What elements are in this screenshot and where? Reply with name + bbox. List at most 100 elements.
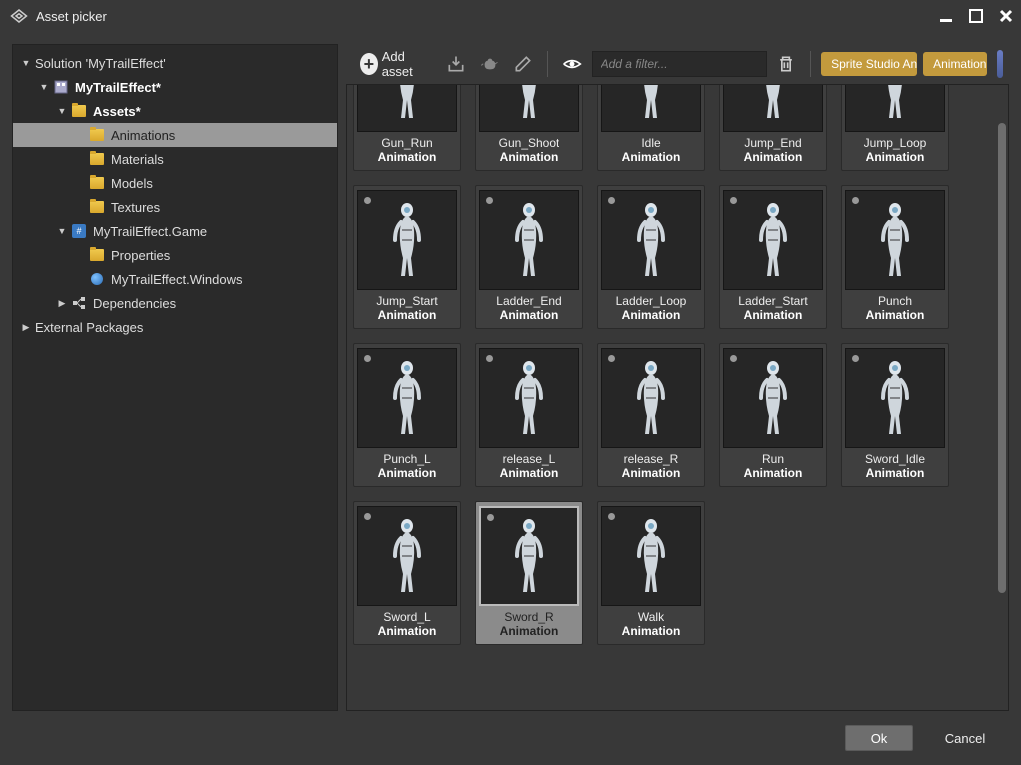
asset-card[interactable]: Idle Animation [597,84,705,171]
asset-card[interactable]: release_L Animation [475,343,583,487]
tree-project[interactable]: ▼ MyTrailEffect* [13,75,337,99]
asset-type: Animation [500,624,559,638]
asset-thumbnail [723,190,823,290]
solution-tree[interactable]: ▼ Solution 'MyTrailEffect' ▼ MyTrailEffe… [12,44,338,711]
tree-assets[interactable]: ▼ Assets* [13,99,337,123]
asset-card[interactable]: Punch Animation [841,185,949,329]
ok-button[interactable]: Ok [845,725,913,751]
asset-card[interactable]: Jump_Loop Animation [841,84,949,171]
models-label: Models [111,176,153,191]
add-asset-button[interactable]: + Add asset [352,49,436,79]
delete-button[interactable] [773,49,801,79]
solution-label: Solution 'MyTrailEffect' [35,56,166,71]
asset-type: Animation [500,150,559,164]
asset-name: Ladder_Loop [616,294,687,308]
tree-solution[interactable]: ▼ Solution 'MyTrailEffect' [13,51,337,75]
character-preview [873,84,917,122]
app-icon [10,7,28,25]
game-project-label: MyTrailEffect.Game [93,224,207,239]
tree-game-project[interactable]: ▼ # MyTrailEffect.Game [13,219,337,243]
asset-type: Animation [744,150,803,164]
asset-thumbnail [479,84,579,132]
window-controls [937,7,1015,25]
tree-external[interactable]: ▶ External Packages [13,315,337,339]
tree-windows-proj[interactable]: ▼ MyTrailEffect.Windows [13,267,337,291]
asset-thumbnail [479,190,579,290]
asset-type: Animation [866,466,925,480]
project-label: MyTrailEffect* [75,80,161,95]
asset-thumbnail [357,190,457,290]
asset-card[interactable]: Jump_End Animation [719,84,827,171]
edit-button[interactable] [510,49,538,79]
character-preview [507,84,551,122]
asset-card[interactable]: Jump_Start Animation [353,185,461,329]
asset-card[interactable]: Ladder_Start Animation [719,185,827,329]
asset-type: Animation [622,308,681,322]
asset-type: Animation [500,466,559,480]
asset-thumbnail [601,190,701,290]
asset-card[interactable]: Punch_L Animation [353,343,461,487]
asset-card[interactable]: Gun_Run Animation [353,84,461,171]
asset-name: Idle [641,136,660,150]
filter-chip-sprite[interactable]: Sprite Studio Ani… [821,52,917,76]
status-dot-icon [730,197,737,204]
view-button[interactable] [558,49,586,79]
asset-name: Run [762,452,784,466]
asset-thumbnail [601,506,701,606]
asset-name: Jump_End [744,136,801,150]
asset-card[interactable]: Ladder_Loop Animation [597,185,705,329]
folder-icon [89,199,105,215]
asset-name: release_L [503,452,556,466]
tree-materials[interactable]: ▼ Materials [13,147,337,171]
tree-properties[interactable]: ▼ Properties [13,243,337,267]
chevron-right-icon: ▶ [55,296,69,310]
character-preview [385,84,429,122]
asset-card[interactable]: Gun_Shoot Animation [475,84,583,171]
character-preview [629,200,673,280]
minimize-button[interactable] [937,7,955,25]
asset-type: Animation [622,466,681,480]
asset-card[interactable]: Sword_Idle Animation [841,343,949,487]
asset-card[interactable]: Sword_L Animation [353,501,461,645]
more-filters-button[interactable] [997,50,1004,78]
toolbar-divider [810,51,811,77]
chevron-down-icon: ▼ [55,104,69,118]
asset-card[interactable]: Run Animation [719,343,827,487]
tree-dependencies[interactable]: ▶ Dependencies [13,291,337,315]
cancel-button[interactable]: Cancel [931,725,999,751]
tree-models[interactable]: ▼ Models [13,171,337,195]
filter-input[interactable] [592,51,767,77]
asset-thumbnail [479,348,579,448]
asset-name: Sword_Idle [865,452,925,466]
titlebar: Asset picker [0,0,1021,32]
status-dot-icon [364,513,371,520]
character-preview [873,358,917,438]
import-button[interactable] [442,49,470,79]
character-preview [629,516,673,596]
maximize-button[interactable] [967,7,985,25]
plus-icon: + [360,53,378,75]
properties-label: Properties [111,248,170,263]
filter-chip-animation[interactable]: Animation [923,52,986,76]
asset-card[interactable]: Sword_R Animation [475,501,583,645]
windows-proj-label: MyTrailEffect.Windows [111,272,242,287]
teapot-button[interactable] [476,49,504,79]
dependencies-label: Dependencies [93,296,176,311]
scrollbar[interactable] [996,89,1008,706]
project-icon [53,79,69,95]
tree-animations[interactable]: ▼ Animations [13,123,337,147]
asset-thumbnail [357,506,457,606]
assets-label: Assets* [93,104,141,119]
folder-icon [71,103,87,119]
animations-label: Animations [111,128,175,143]
tree-textures[interactable]: ▼ Textures [13,195,337,219]
status-dot-icon [486,197,493,204]
asset-card[interactable]: Ladder_End Animation [475,185,583,329]
asset-card[interactable]: Walk Animation [597,501,705,645]
asset-card[interactable]: release_R Animation [597,343,705,487]
close-button[interactable] [997,7,1015,25]
asset-type: Animation [866,308,925,322]
character-preview [385,358,429,438]
scrollbar-thumb[interactable] [998,123,1006,593]
character-preview [751,358,795,438]
